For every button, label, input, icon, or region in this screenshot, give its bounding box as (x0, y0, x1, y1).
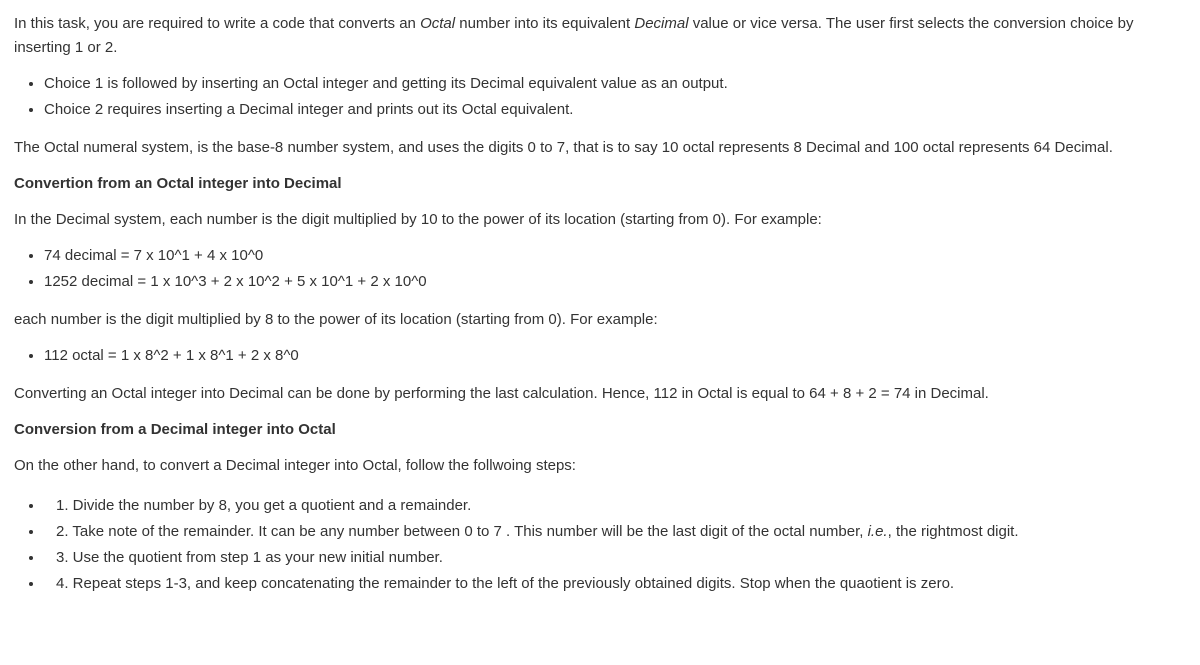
intro-paragraph: In this task, you are required to write … (14, 12, 1186, 60)
step-2-text-c: , the rightmost digit. (888, 523, 1019, 540)
decimal-example-1: 74 decimal = 7 x 10^1 + 4 x 10^0 (44, 244, 1186, 268)
step-2-ie: i.e. (868, 523, 888, 540)
octal-explanation: each number is the digit multiplied by 8… (14, 308, 1186, 332)
step-3: 3. Use the quotient from step 1 as your … (44, 546, 1186, 570)
choice-list: Choice 1 is followed by inserting an Oct… (14, 72, 1186, 122)
octal-conclusion: Converting an Octal integer into Decimal… (14, 382, 1186, 406)
octal-term: Octal (420, 15, 455, 32)
step-1: 1. Divide the number by 8, you get a quo… (44, 494, 1186, 518)
dec-to-oct-intro: On the other hand, to convert a Decimal … (14, 454, 1186, 478)
step-2-text-a: 2. Take note of the remainder. It can be… (56, 523, 868, 540)
decimal-example-2: 1252 decimal = 1 x 10^3 + 2 x 10^2 + 5 x… (44, 270, 1186, 294)
choice-item-2: Choice 2 requires inserting a Decimal in… (44, 98, 1186, 122)
heading-octal-to-decimal-text: Convertion from an Octal integer into De… (14, 175, 342, 192)
choice-item-1: Choice 1 is followed by inserting an Oct… (44, 72, 1186, 96)
step-2: 2. Take note of the remainder. It can be… (44, 520, 1186, 544)
decimal-explanation: In the Decimal system, each number is th… (14, 208, 1186, 232)
heading-decimal-to-octal-text: Conversion from a Decimal integer into O… (14, 421, 336, 438)
decimal-example-list: 74 decimal = 7 x 10^1 + 4 x 10^0 1252 de… (14, 244, 1186, 294)
heading-decimal-to-octal: Conversion from a Decimal integer into O… (14, 418, 1186, 442)
intro-text-2: number into its equivalent (455, 15, 634, 32)
steps-list: 1. Divide the number by 8, you get a quo… (14, 494, 1186, 596)
decimal-term: Decimal (634, 15, 688, 32)
octal-example-1: 112 octal = 1 x 8^2 + 1 x 8^1 + 2 x 8^0 (44, 344, 1186, 368)
octal-example-list: 112 octal = 1 x 8^2 + 1 x 8^1 + 2 x 8^0 (14, 344, 1186, 368)
intro-text-1: In this task, you are required to write … (14, 15, 420, 32)
step-4: 4. Repeat steps 1-3, and keep concatenat… (44, 572, 1186, 596)
heading-octal-to-decimal: Convertion from an Octal integer into De… (14, 172, 1186, 196)
octal-definition: The Octal numeral system, is the base-8 … (14, 136, 1186, 160)
